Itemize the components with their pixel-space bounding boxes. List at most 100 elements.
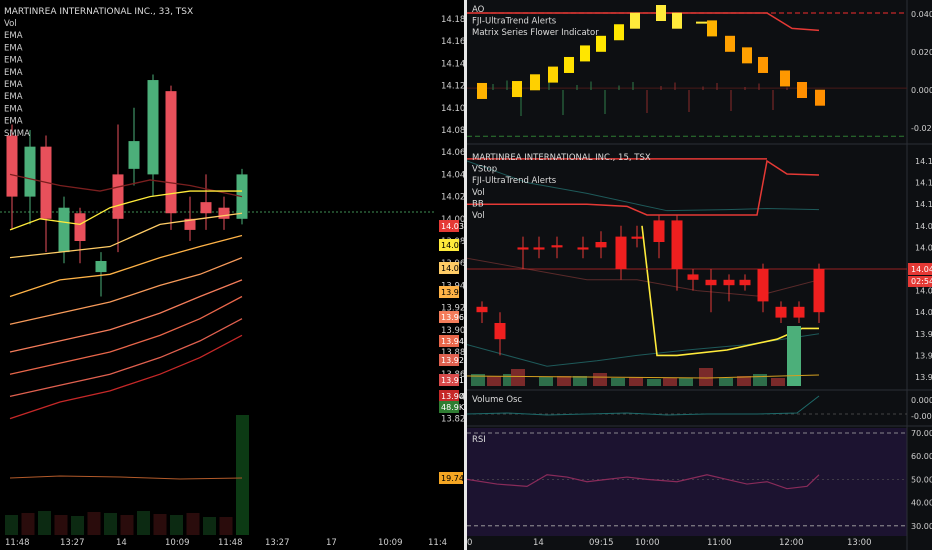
time-axis-label: 10:09	[165, 538, 190, 548]
time-axis-label: 13:27	[265, 538, 290, 548]
time-axis-label: 14	[116, 538, 127, 548]
candle-body	[631, 236, 643, 239]
ao-legend-label: AO	[472, 5, 485, 15]
flower-block	[758, 56, 768, 73]
ema-line	[9, 318, 243, 398]
time-axis-label: 11:00	[707, 538, 732, 548]
candle-body	[494, 323, 506, 340]
indicator-label: Vol	[4, 19, 17, 29]
time-axis-label: 11:48	[218, 538, 243, 548]
price-badge-text: 48.9K	[441, 403, 464, 412]
price-badge: 13.98	[439, 286, 464, 298]
price-axis-label: 14.18	[441, 15, 464, 25]
candle-body	[615, 236, 627, 269]
volume-bar	[699, 368, 713, 386]
volume-bar	[71, 516, 84, 535]
time-axis-label: 10:09	[378, 538, 403, 548]
time-axis-label: 14	[533, 538, 544, 548]
price-badge-text: 14.00	[441, 264, 464, 273]
price-badge-text: 14.01	[441, 241, 464, 250]
candle-body	[128, 141, 140, 169]
price-badge: 13.90	[439, 390, 464, 402]
volume-bar	[104, 513, 117, 535]
flower-block	[477, 82, 487, 99]
price-badge: 48.9K	[439, 401, 464, 413]
time-axis-label: 11:48	[5, 538, 30, 548]
indicator-label: EMA	[4, 43, 23, 53]
flower-block	[630, 12, 640, 29]
candle-body	[813, 269, 825, 313]
rsi-axis-label: 60.0000	[911, 452, 932, 461]
candle-body	[595, 242, 607, 248]
right-chart-canvas[interactable]: 0.0400 0.0200 0.0000 -0.0200 14.14 14.12 14.10…	[467, 0, 932, 550]
main-legend-label: BB	[472, 199, 484, 209]
volume-bar	[186, 513, 200, 535]
price-badge-text: 14.03	[441, 222, 464, 231]
price-badge: 13.96	[439, 311, 464, 323]
main-legend-label: FJI-UltraTrend Alerts	[472, 176, 557, 186]
candle-body	[517, 247, 529, 250]
ao-axis-label: -0.0200	[911, 124, 932, 133]
volume-bar	[170, 515, 183, 535]
time-axis-label: 11:4	[428, 538, 447, 548]
candle-body	[723, 279, 735, 286]
vol-osc-axis-label: 0.0000	[911, 396, 932, 405]
ao-axis-label: 0.0200	[911, 48, 932, 57]
left-legend: MARTINREA INTERNATIONAL INC., 33, TSX Vol…	[4, 7, 193, 139]
indicator-label: EMA	[4, 117, 23, 127]
candle-body	[218, 207, 230, 219]
volume-bar	[573, 376, 587, 386]
price-badge-text: 13.96	[441, 313, 464, 322]
volume-bar	[679, 378, 693, 386]
main-axis-label: 13.96	[915, 351, 932, 360]
indicator-label: EMA	[4, 31, 23, 41]
right-chart-panel[interactable]: 0.0400 0.0200 0.0000 -0.0200 14.14 14.12 14.10…	[467, 0, 932, 550]
smma-line	[9, 475, 243, 480]
rsi-legend-label: RSI	[472, 435, 486, 445]
indicator-label: EMA	[4, 104, 23, 114]
time-axis-label: 10:00	[635, 538, 660, 548]
candle-body	[775, 306, 787, 318]
left-chart-canvas[interactable]: 14.18 14.16 14.14 14.12 14.10 14.08 14.06 14.04…	[0, 0, 464, 550]
volume-bar	[511, 369, 525, 386]
volume-bar	[629, 377, 643, 386]
chart-title: MARTINREA INTERNATIONAL INC., 33, TSX	[4, 7, 193, 17]
left-ema-lines	[9, 173, 243, 480]
volume-bar	[487, 376, 501, 386]
price-axis-label: 14.08	[441, 126, 464, 136]
flower-block	[596, 35, 606, 52]
indicator-label: SMMA	[4, 129, 30, 139]
candle-body	[6, 135, 18, 197]
price-axis-label: 13.82	[441, 415, 464, 425]
main-axis-label: 13.98	[915, 330, 932, 339]
price-axis-label: 14.04	[441, 170, 464, 180]
flower-block	[672, 12, 682, 29]
candle-body	[533, 247, 545, 250]
indicator-label: EMA	[4, 56, 23, 66]
price-axis-label: 14.16	[441, 37, 464, 47]
countdown-badge-text: 02:54	[911, 277, 932, 286]
main-legend-label: Vol	[472, 188, 485, 198]
ema-line	[9, 295, 243, 375]
price-axis-label: 14.10	[441, 104, 464, 114]
left-chart-panel[interactable]: 14.18 14.16 14.14 14.12 14.10 14.08 14.06 14.04…	[0, 0, 464, 550]
flower-block	[707, 20, 717, 37]
volume-bar	[771, 378, 785, 386]
volume-bar	[719, 378, 733, 386]
rsi-bg	[467, 428, 907, 536]
candle-body	[793, 306, 805, 318]
time-axis-label: 13:00	[847, 538, 872, 548]
volume-bar	[203, 517, 216, 535]
main-axis-label: 13.94	[915, 373, 932, 382]
volume-bar	[38, 511, 51, 535]
ao-legend-label: Matrix Series Flower Indicator	[472, 28, 599, 38]
indicator-label: EMA	[4, 92, 23, 102]
ema-line	[9, 234, 243, 298]
price-badge-text: 13.91	[441, 376, 464, 385]
price-badge-text: 13.98	[441, 288, 464, 297]
candle-body	[58, 207, 70, 253]
candle-body	[165, 91, 177, 214]
volume-bar	[236, 415, 249, 535]
main-legend-label: VStop	[472, 165, 497, 175]
vol-osc-axis-label: -0.0000	[911, 412, 932, 421]
